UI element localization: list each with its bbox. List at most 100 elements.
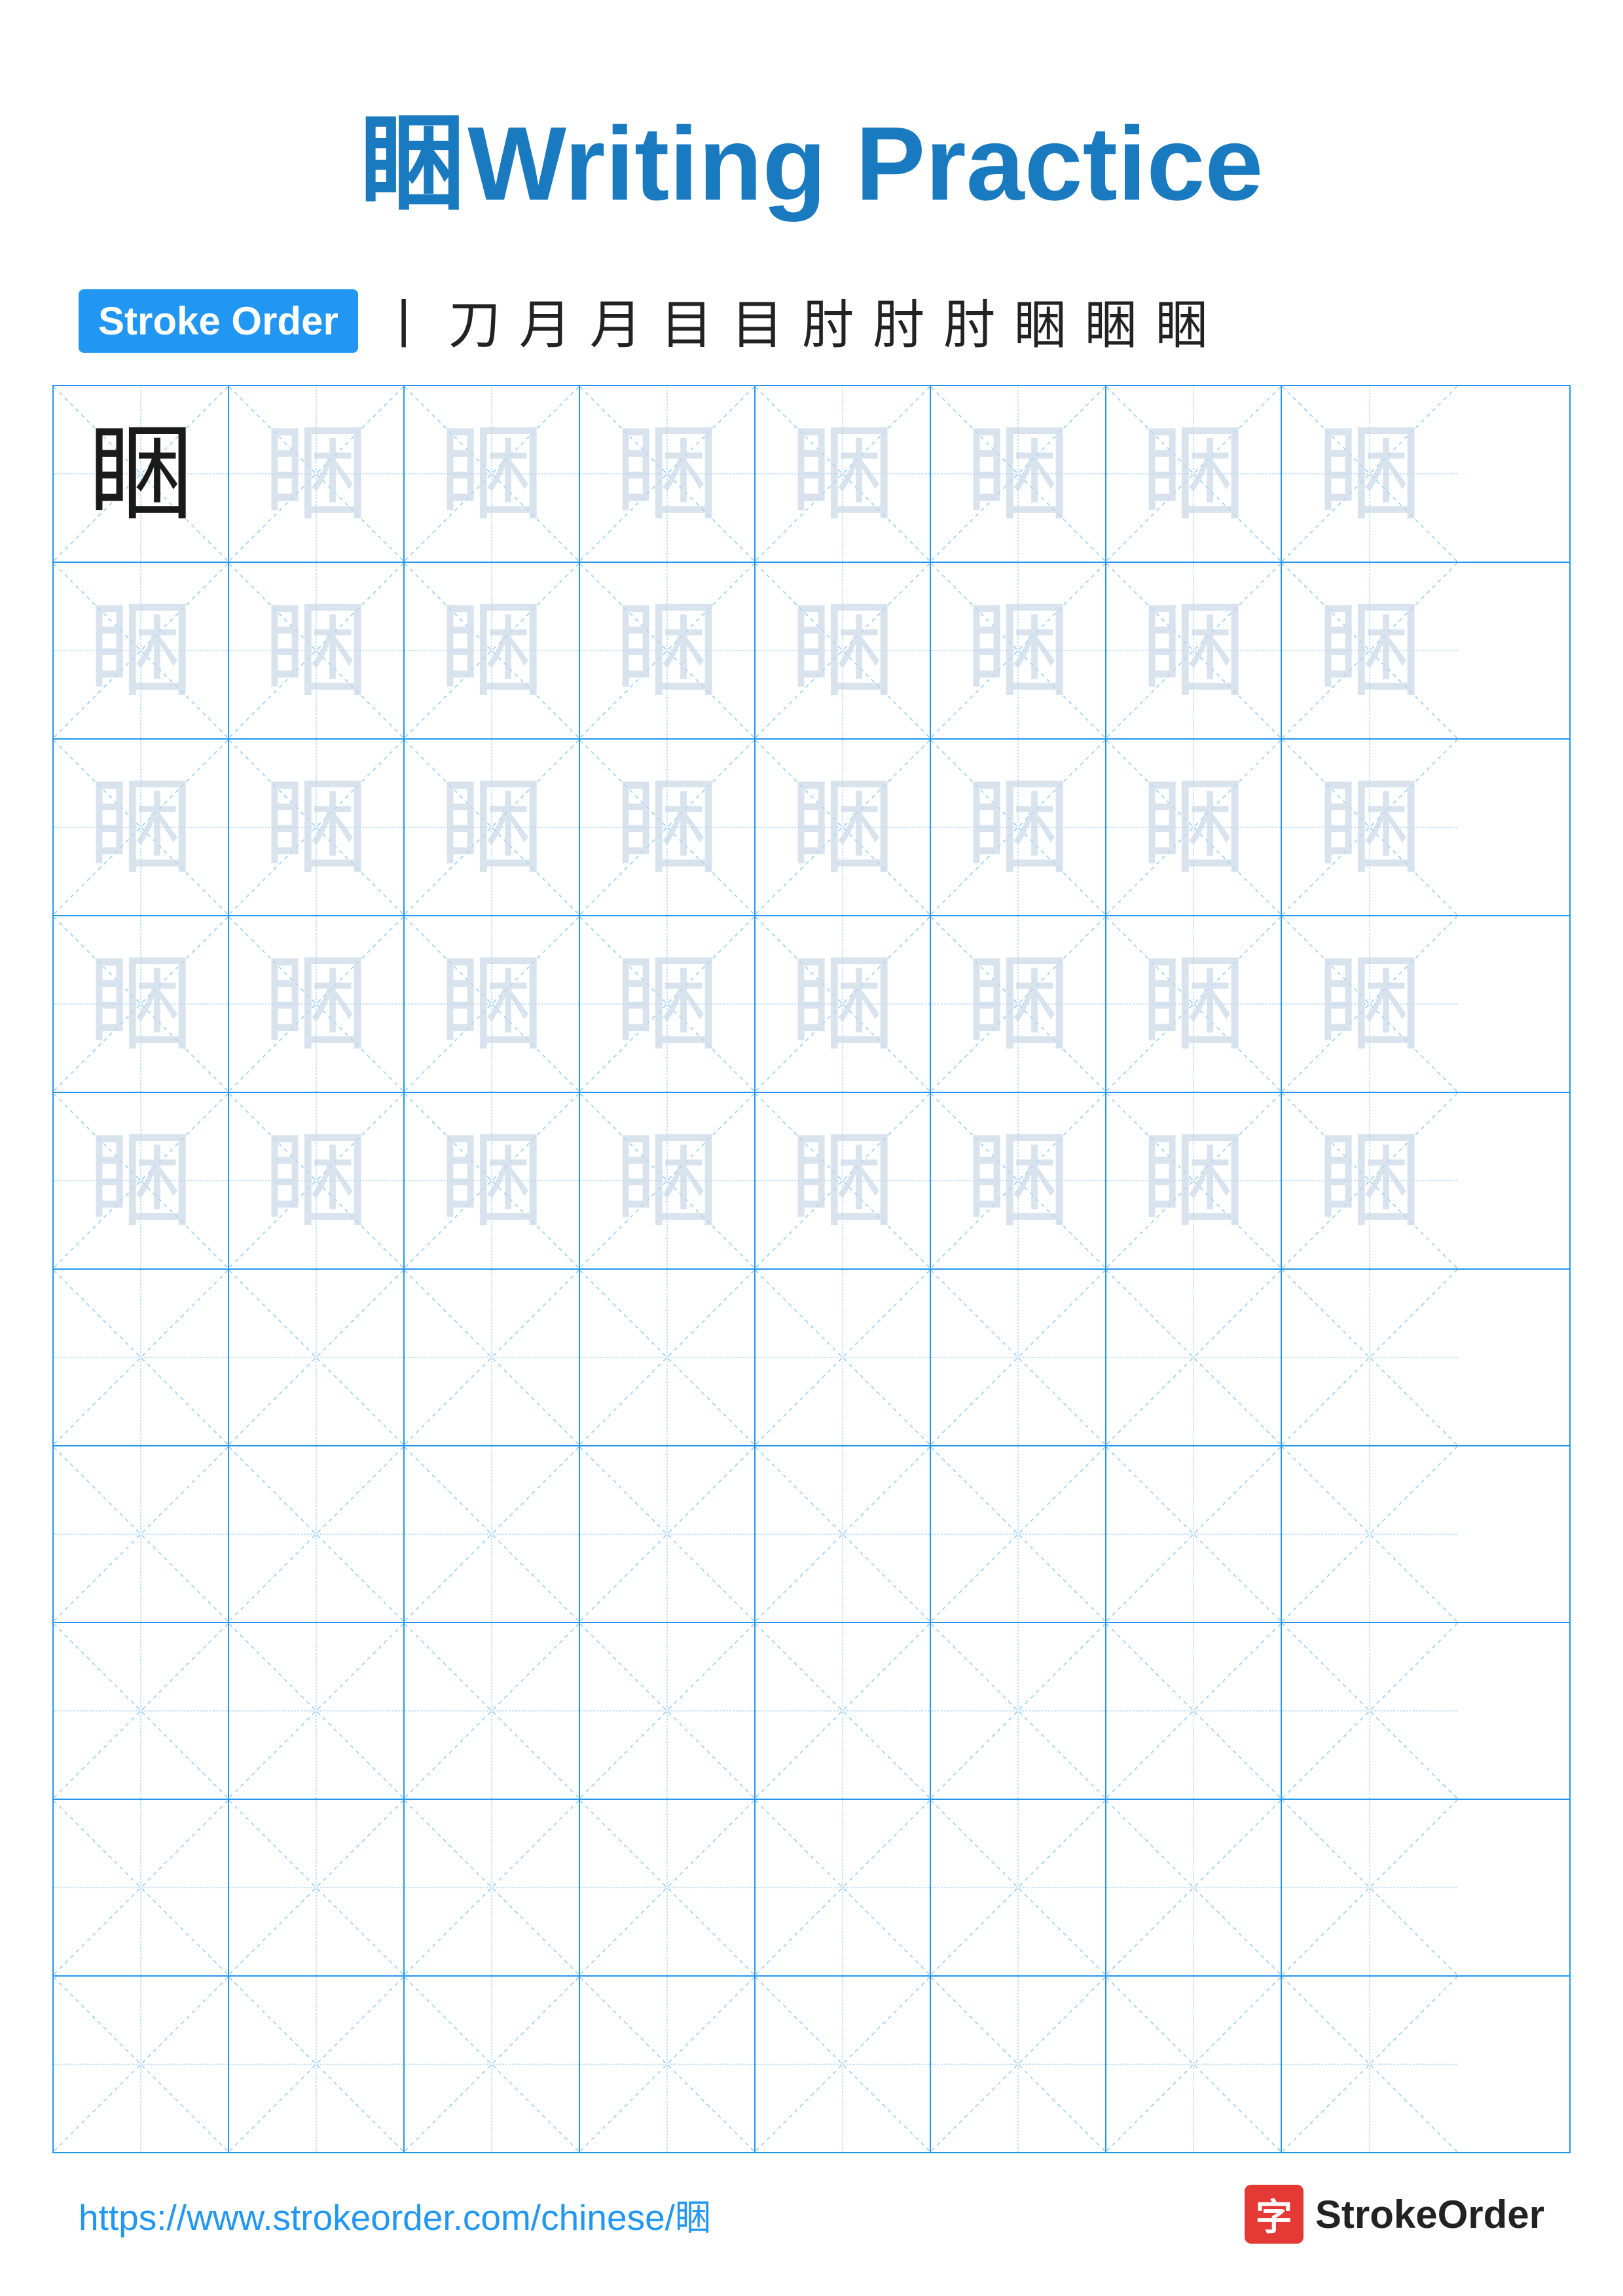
grid-cell-6-5[interactable] — [931, 1446, 1106, 1622]
grid-cell-2-3[interactable]: 睏 — [580, 740, 756, 915]
grid-cell-9-3[interactable] — [580, 1977, 756, 2152]
grid-cell-3-1[interactable]: 睏 — [229, 916, 405, 1092]
grid-cell-5-5[interactable] — [931, 1270, 1106, 1445]
grid-cell-2-7[interactable]: 睏 — [1282, 740, 1457, 915]
grid-cell-8-4[interactable] — [756, 1800, 931, 1975]
grid-cell-0-4[interactable]: 睏 — [756, 386, 931, 562]
grid-cell-6-0[interactable] — [54, 1446, 229, 1622]
grid-cell-0-3[interactable]: 睏 — [580, 386, 756, 562]
grid-cell-1-6[interactable]: 睏 — [1106, 563, 1282, 738]
grid-row-4[interactable]: 睏 睏 睏 睏 睏 睏 睏 睏 — [54, 1093, 1569, 1270]
stroke-6: 目 — [731, 283, 784, 359]
grid-cell-2-4[interactable]: 睏 — [756, 740, 931, 915]
grid-cell-0-5[interactable]: 睏 — [931, 386, 1106, 562]
grid-cell-7-4[interactable] — [756, 1623, 931, 1799]
grid-cell-0-7[interactable]: 睏 — [1282, 386, 1457, 562]
grid-cell-6-4[interactable] — [756, 1446, 931, 1622]
grid-row-7[interactable] — [54, 1623, 1569, 1800]
grid-row-8[interactable] — [54, 1800, 1569, 1977]
cell-char-4-6: 睏 — [1141, 1128, 1246, 1233]
grid-cell-4-7[interactable]: 睏 — [1282, 1093, 1457, 1268]
grid-cell-4-0[interactable]: 睏 — [54, 1093, 229, 1268]
grid-cell-6-3[interactable] — [580, 1446, 756, 1622]
grid-cell-8-0[interactable] — [54, 1800, 229, 1975]
grid-row-6[interactable] — [54, 1446, 1569, 1623]
grid-cell-6-6[interactable] — [1106, 1446, 1282, 1622]
grid-cell-7-5[interactable] — [931, 1623, 1106, 1799]
grid-cell-4-6[interactable]: 睏 — [1106, 1093, 1282, 1268]
grid-cell-5-2[interactable] — [405, 1270, 580, 1445]
grid-cell-0-1[interactable]: 睏 — [229, 386, 405, 562]
grid-cell-4-2[interactable]: 睏 — [405, 1093, 580, 1268]
cell-char-0-7: 睏 — [1317, 422, 1422, 526]
grid-cell-1-2[interactable]: 睏 — [405, 563, 580, 738]
grid-cell-4-3[interactable]: 睏 — [580, 1093, 756, 1268]
grid-cell-8-6[interactable] — [1106, 1800, 1282, 1975]
grid-cell-7-3[interactable] — [580, 1623, 756, 1799]
grid-cell-2-2[interactable]: 睏 — [405, 740, 580, 915]
grid-cell-5-4[interactable] — [756, 1270, 931, 1445]
stroke-5: 目 — [661, 283, 713, 359]
grid-cell-2-5[interactable]: 睏 — [931, 740, 1106, 915]
grid-cell-6-2[interactable] — [405, 1446, 580, 1622]
grid-cell-3-2[interactable]: 睏 — [405, 916, 580, 1092]
grid-cell-3-5[interactable]: 睏 — [931, 916, 1106, 1092]
grid-row-1[interactable]: 睏 睏 睏 睏 睏 睏 睏 睏 — [54, 563, 1569, 740]
grid-cell-7-0[interactable] — [54, 1623, 229, 1799]
grid-cell-8-3[interactable] — [580, 1800, 756, 1975]
grid-cell-7-1[interactable] — [229, 1623, 405, 1799]
grid-cell-3-0[interactable]: 睏 — [54, 916, 229, 1092]
grid-cell-8-2[interactable] — [405, 1800, 580, 1975]
grid-cell-1-4[interactable]: 睏 — [756, 563, 931, 738]
grid-cell-1-3[interactable]: 睏 — [580, 563, 756, 738]
grid-cell-9-4[interactable] — [756, 1977, 931, 2152]
grid-cell-5-7[interactable] — [1282, 1270, 1457, 1445]
grid-cell-9-7[interactable] — [1282, 1977, 1457, 2152]
grid-cell-4-5[interactable]: 睏 — [931, 1093, 1106, 1268]
grid-cell-5-6[interactable] — [1106, 1270, 1282, 1445]
footer-logo-text: StrokeOrder — [1315, 2192, 1544, 2237]
grid-cell-2-6[interactable]: 睏 — [1106, 740, 1282, 915]
grid-cell-9-6[interactable] — [1106, 1977, 1282, 2152]
cell-char-0-6: 睏 — [1141, 422, 1246, 526]
practice-grid[interactable]: 睏 睏 睏 睏 睏 睏 睏 睏 — [52, 385, 1571, 2153]
grid-row-3[interactable]: 睏 睏 睏 睏 睏 睏 睏 睏 — [54, 916, 1569, 1093]
grid-cell-6-1[interactable] — [229, 1446, 405, 1622]
grid-cell-7-2[interactable] — [405, 1623, 580, 1799]
grid-row-0[interactable]: 睏 睏 睏 睏 睏 睏 睏 睏 — [54, 386, 1569, 563]
grid-cell-3-3[interactable]: 睏 — [580, 916, 756, 1092]
grid-cell-0-0[interactable]: 睏 — [54, 386, 229, 562]
grid-cell-0-2[interactable]: 睏 — [405, 386, 580, 562]
grid-cell-5-0[interactable] — [54, 1270, 229, 1445]
grid-cell-4-4[interactable]: 睏 — [756, 1093, 931, 1268]
grid-cell-4-1[interactable]: 睏 — [229, 1093, 405, 1268]
grid-cell-9-5[interactable] — [931, 1977, 1106, 2152]
stroke-9: 肘 — [943, 283, 996, 359]
grid-cell-1-7[interactable]: 睏 — [1282, 563, 1457, 738]
grid-cell-3-7[interactable]: 睏 — [1282, 916, 1457, 1092]
grid-cell-7-7[interactable] — [1282, 1623, 1457, 1799]
grid-cell-9-0[interactable] — [54, 1977, 229, 2152]
stroke-2: 刀 — [448, 283, 501, 359]
grid-cell-5-1[interactable] — [229, 1270, 405, 1445]
grid-row-9[interactable] — [54, 1977, 1569, 2152]
title-area: 睏 Writing Practice — [0, 0, 1623, 270]
grid-cell-8-7[interactable] — [1282, 1800, 1457, 1975]
grid-cell-9-2[interactable] — [405, 1977, 580, 2152]
grid-cell-3-4[interactable]: 睏 — [756, 916, 931, 1092]
grid-row-2[interactable]: 睏 睏 睏 睏 睏 睏 睏 睏 — [54, 740, 1569, 916]
grid-cell-1-5[interactable]: 睏 — [931, 563, 1106, 738]
grid-cell-8-5[interactable] — [931, 1800, 1106, 1975]
grid-cell-1-0[interactable]: 睏 — [54, 563, 229, 738]
grid-cell-2-1[interactable]: 睏 — [229, 740, 405, 915]
grid-cell-3-6[interactable]: 睏 — [1106, 916, 1282, 1092]
grid-cell-0-6[interactable]: 睏 — [1106, 386, 1282, 562]
grid-cell-7-6[interactable] — [1106, 1623, 1282, 1799]
grid-cell-2-0[interactable]: 睏 — [54, 740, 229, 915]
grid-cell-9-1[interactable] — [229, 1977, 405, 2152]
grid-cell-5-3[interactable] — [580, 1270, 756, 1445]
grid-row-5[interactable] — [54, 1270, 1569, 1446]
grid-cell-8-1[interactable] — [229, 1800, 405, 1975]
grid-cell-1-1[interactable]: 睏 — [229, 563, 405, 738]
grid-cell-6-7[interactable] — [1282, 1446, 1457, 1622]
